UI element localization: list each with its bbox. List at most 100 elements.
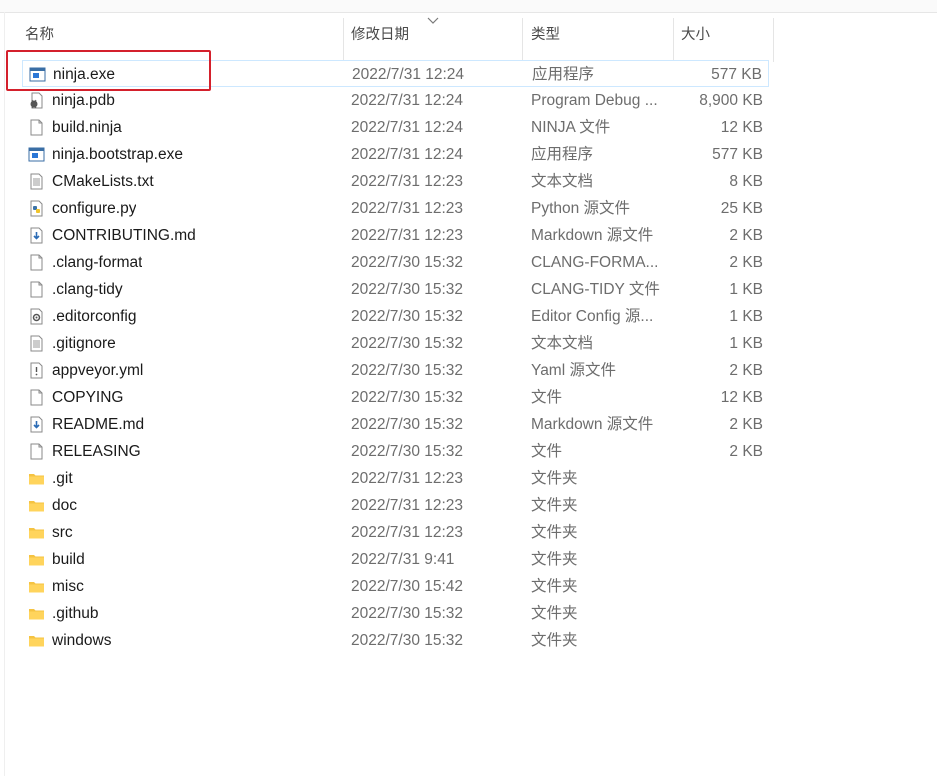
file-row[interactable]: build 2022/7/31 9:41 文件夹: [22, 546, 769, 573]
modified-date: 2022/7/31 12:23: [351, 173, 464, 190]
file-name: CMakeLists.txt: [52, 173, 154, 190]
file-type: NINJA 文件: [531, 119, 611, 136]
file-size: 577 KB: [712, 146, 763, 163]
file-type: 应用程序: [532, 66, 595, 83]
file-row[interactable]: COPYING 2022/7/30 15:32 文件 12 KB: [22, 384, 769, 411]
file-type: 文件夹: [531, 497, 578, 514]
column-header-size[interactable]: 大小: [681, 12, 710, 56]
modified-date: 2022/7/30 15:32: [351, 443, 464, 460]
file-type: 应用程序: [531, 146, 594, 163]
modified-date: 2022/7/30 15:32: [351, 632, 464, 649]
modified-date: 2022/7/30 15:32: [351, 605, 464, 622]
file-name: RELEASING: [52, 443, 141, 460]
modified-date: 2022/7/30 15:32: [351, 281, 464, 298]
python-file-icon: [28, 200, 45, 217]
file-row[interactable]: .editorconfig 2022/7/30 15:32 Editor Confi…: [22, 303, 769, 330]
file-row[interactable]: src 2022/7/31 12:23 文件夹: [22, 519, 769, 546]
sort-descending-icon: [427, 17, 439, 24]
file-row[interactable]: configure.py 2022/7/31 12:23 Python 源文件 25 …: [22, 195, 769, 222]
modified-date: 2022/7/30 15:32: [351, 362, 464, 379]
modified-date: 2022/7/31 9:41: [351, 551, 455, 568]
file-icon: [28, 119, 45, 136]
modified-date: 2022/7/31 12:23: [351, 227, 464, 244]
file-name: .editorconfig: [52, 308, 137, 325]
text-file-icon: [28, 173, 45, 190]
file-type: CLANG-TIDY 文件: [531, 281, 660, 298]
file-type: 文件夹: [531, 524, 578, 541]
file-size: 1 KB: [729, 281, 763, 298]
modified-date: 2022/7/30 15:32: [351, 335, 464, 352]
file-icon: [28, 389, 45, 406]
column-divider[interactable]: [343, 18, 344, 62]
yaml-file-icon: [28, 362, 45, 379]
file-row[interactable]: .gitignore 2022/7/30 15:32 文本文档 1 KB: [22, 330, 769, 357]
file-row[interactable]: appveyor.yml 2022/7/30 15:32 Yaml 源文件 2 KB: [22, 357, 769, 384]
folder-icon: [28, 632, 45, 649]
file-name: appveyor.yml: [52, 362, 144, 379]
file-row[interactable]: build.ninja 2022/7/31 12:24 NINJA 文件 12 KB: [22, 114, 769, 141]
file-icon: [28, 254, 45, 271]
file-type: 文件: [531, 443, 563, 460]
file-size: 2 KB: [729, 254, 763, 271]
file-type: Yaml 源文件: [531, 362, 616, 379]
modified-date: 2022/7/31 12:23: [351, 524, 464, 541]
file-type: 文件夹: [531, 578, 578, 595]
file-row[interactable]: .clang-tidy 2022/7/30 15:32 CLANG-TIDY 文件 1…: [22, 276, 769, 303]
modified-date: 2022/7/31 12:24: [351, 119, 464, 136]
file-name: windows: [52, 632, 112, 649]
file-size: 25 KB: [720, 200, 763, 217]
file-name: ninja.pdb: [52, 92, 115, 109]
file-size: 2 KB: [729, 416, 763, 433]
file-icon: [28, 443, 45, 460]
file-row[interactable]: RELEASING 2022/7/30 15:32 文件 2 KB: [22, 438, 769, 465]
column-divider[interactable]: [773, 18, 774, 62]
file-size: 2 KB: [729, 227, 763, 244]
file-name: COPYING: [52, 389, 124, 406]
modified-date: 2022/7/30 15:32: [351, 308, 464, 325]
column-divider[interactable]: [673, 18, 674, 62]
markdown-file-icon: [28, 416, 45, 433]
file-type: 文件夹: [531, 470, 578, 487]
folder-icon: [28, 470, 45, 487]
file-row[interactable]: .git 2022/7/31 12:23 文件夹: [22, 465, 769, 492]
column-header-date[interactable]: 修改日期: [351, 12, 409, 56]
pdb-icon: [28, 92, 45, 109]
file-row[interactable]: .github 2022/7/30 15:32 文件夹: [22, 600, 769, 627]
file-row[interactable]: misc 2022/7/30 15:42 文件夹: [22, 573, 769, 600]
file-type: 文本文档: [531, 335, 594, 352]
file-name: src: [52, 524, 73, 541]
file-size: 2 KB: [729, 362, 763, 379]
file-type: Program Debug ...: [531, 92, 658, 109]
file-name: README.md: [52, 416, 145, 433]
folder-icon: [28, 551, 45, 568]
file-type: Python 源文件: [531, 200, 631, 217]
file-row[interactable]: ninja.bootstrap.exe 2022/7/31 12:24 应用程序 57…: [22, 141, 769, 168]
folder-icon: [28, 605, 45, 622]
file-type: 文件: [531, 389, 563, 406]
column-header-type[interactable]: 类型: [531, 12, 560, 56]
file-name: build: [52, 551, 85, 568]
file-size: 577 KB: [711, 66, 762, 83]
text-file-icon: [28, 335, 45, 352]
file-row[interactable]: .clang-format 2022/7/30 15:32 CLANG-FORMA.…: [22, 249, 769, 276]
file-name: .github: [52, 605, 99, 622]
file-row[interactable]: windows 2022/7/30 15:32 文件夹: [22, 627, 769, 654]
file-row[interactable]: CONTRIBUTING.md 2022/7/31 12:23 Markdown 源…: [22, 222, 769, 249]
file-size: 1 KB: [729, 308, 763, 325]
file-row[interactable]: CMakeLists.txt 2022/7/31 12:23 文本文档 8 KB: [22, 168, 769, 195]
file-name: .clang-format: [52, 254, 143, 271]
file-icon: [28, 281, 45, 298]
column-divider[interactable]: [522, 18, 523, 62]
modified-date: 2022/7/31 12:23: [351, 200, 464, 217]
file-row[interactable]: README.md 2022/7/30 15:32 Markdown 源文件 2 KB: [22, 411, 769, 438]
annotation-highlight-box: [6, 50, 211, 91]
file-row[interactable]: doc 2022/7/31 12:23 文件夹: [22, 492, 769, 519]
file-row[interactable]: ninja.pdb 2022/7/31 12:24 Program Debug ..…: [22, 87, 769, 114]
file-name: .gitignore: [52, 335, 116, 352]
modified-date: 2022/7/30 15:42: [351, 578, 464, 595]
config-file-icon: [28, 308, 45, 325]
file-type: CLANG-FORMA...: [531, 254, 659, 271]
folder-icon: [28, 524, 45, 541]
modified-date: 2022/7/30 15:32: [351, 389, 464, 406]
markdown-file-icon: [28, 227, 45, 244]
